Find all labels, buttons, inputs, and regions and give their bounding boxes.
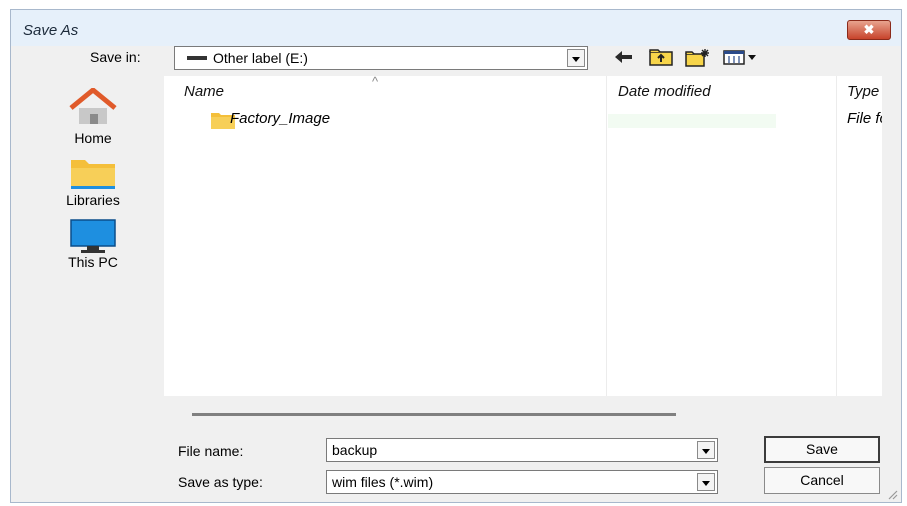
- file-name-label: File name:: [178, 443, 244, 459]
- file-name-value: backup: [332, 442, 378, 458]
- place-this-pc[interactable]: This PC: [48, 218, 138, 270]
- save-as-type-label: Save as type:: [178, 474, 263, 490]
- title-bar[interactable]: Save As ✖: [11, 10, 901, 46]
- date-modified-cell: [608, 114, 776, 128]
- save-as-type-value: wim files (*.wim): [332, 474, 434, 490]
- save-in-dropdown[interactable]: Other label (E:): [174, 46, 588, 70]
- home-icon: [69, 87, 117, 124]
- dropdown-arrow-icon[interactable]: [697, 441, 715, 459]
- column-divider[interactable]: [836, 76, 837, 396]
- save-in-value: Other label (E:): [213, 50, 308, 66]
- file-list[interactable]: ^ Name Date modified Type Factory_Image …: [164, 74, 882, 396]
- back-arrow-icon[interactable]: [612, 46, 636, 68]
- column-divider[interactable]: [606, 76, 607, 396]
- drive-icon: [187, 56, 207, 60]
- monitor-icon: [70, 219, 116, 253]
- view-menu-icon[interactable]: [722, 46, 762, 68]
- column-header-type[interactable]: Type: [847, 83, 879, 100]
- place-label: Libraries: [66, 192, 120, 208]
- place-label: This PC: [68, 254, 118, 270]
- new-folder-icon[interactable]: [684, 46, 712, 68]
- resize-grip-icon[interactable]: [886, 488, 898, 500]
- file-name-input[interactable]: backup: [326, 438, 718, 462]
- libraries-folder-icon: [71, 160, 115, 189]
- save-as-type-dropdown[interactable]: wim files (*.wim): [326, 470, 718, 494]
- horizontal-scrollbar[interactable]: [192, 413, 676, 416]
- column-header-name[interactable]: Name: [184, 83, 224, 100]
- place-home[interactable]: Home: [48, 87, 138, 146]
- place-libraries[interactable]: Libraries: [48, 158, 138, 208]
- close-button[interactable]: ✖: [847, 20, 891, 40]
- up-folder-icon[interactable]: [648, 46, 674, 68]
- save-button[interactable]: Save: [764, 436, 880, 463]
- place-label: Home: [74, 130, 112, 146]
- column-header-date[interactable]: Date modified: [618, 83, 711, 100]
- dialog-title: Save As: [23, 22, 79, 39]
- dropdown-arrow-icon[interactable]: [697, 473, 715, 491]
- sort-indicator: ^: [372, 74, 379, 89]
- file-type-cell: File fo: [847, 110, 882, 127]
- save-in-label: Save in:: [90, 49, 141, 65]
- cancel-button[interactable]: Cancel: [764, 467, 880, 494]
- dropdown-arrow-icon[interactable]: [567, 49, 585, 67]
- file-name-cell: Factory_Image: [230, 110, 331, 127]
